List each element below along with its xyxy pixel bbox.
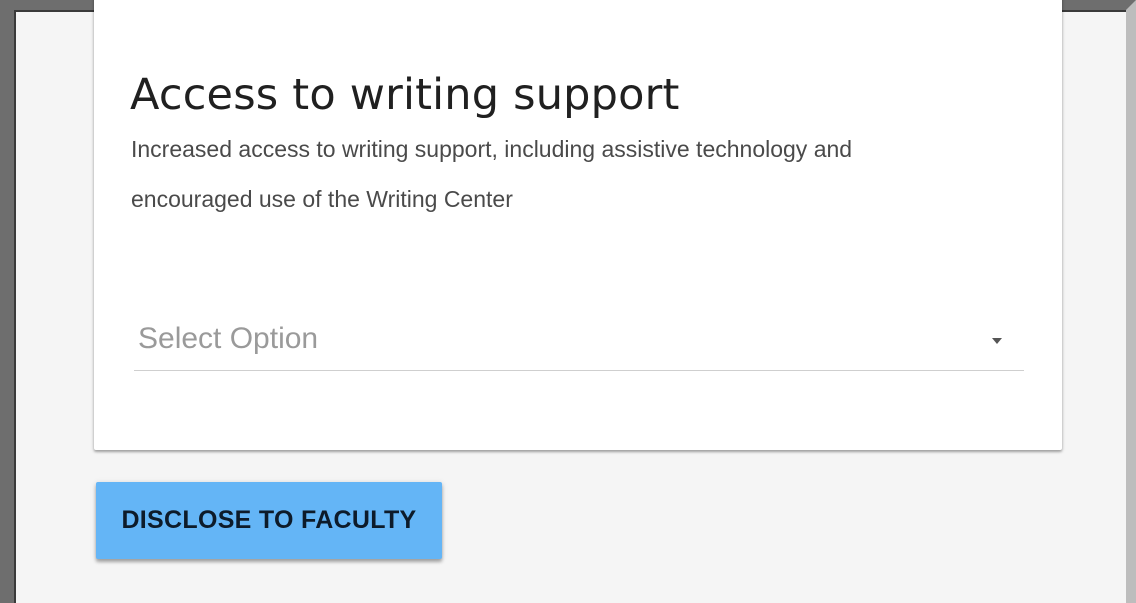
accommodation-card: Access to writing support Increased acce… [94, 0, 1062, 450]
card-description: Increased access to writing support, inc… [131, 136, 853, 212]
caret-down-icon[interactable] [992, 338, 1002, 344]
screenshot-frame: Access to writing support Increased acce… [0, 0, 1136, 603]
card-title: Access to writing support [130, 70, 680, 120]
select-placeholder: Select Option [138, 322, 319, 355]
disclose-to-faculty-button[interactable]: DISCLOSE TO FACULTY [96, 482, 442, 559]
option-select[interactable]: Select Option [134, 310, 1024, 371]
